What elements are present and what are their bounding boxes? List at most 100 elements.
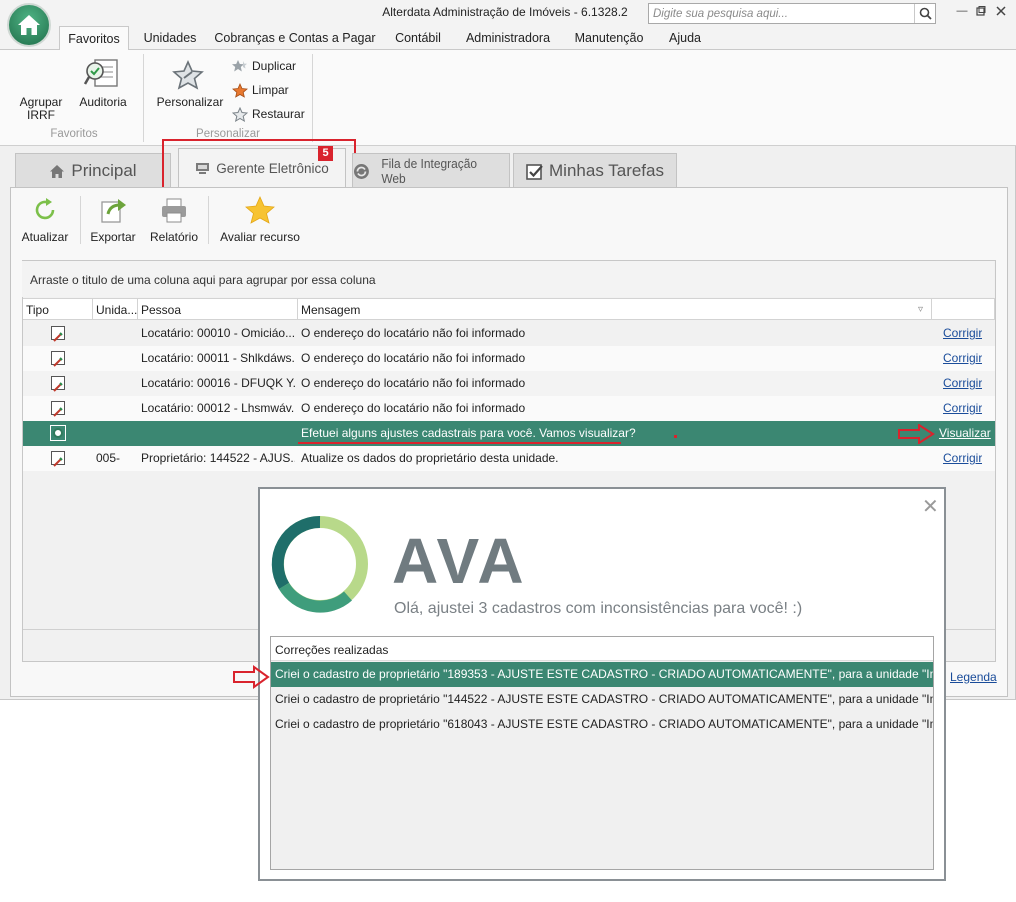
table-row[interactable]: Locatário: 00011 - Shlkdáws... O endereç… bbox=[23, 346, 995, 371]
edit-doc-icon bbox=[51, 446, 65, 471]
column-header-tipo[interactable]: Tipo bbox=[23, 298, 93, 320]
limpar-label: Limpar bbox=[252, 83, 289, 97]
correction-item[interactable]: Criei o cadastro de proprietário "144522… bbox=[271, 687, 933, 712]
menu-favoritos[interactable]: Favoritos bbox=[59, 26, 129, 51]
agrupar-irrf-button[interactable]: Agrupar IRRF bbox=[14, 96, 68, 122]
menu-cobrancas[interactable]: Cobranças e Contas a Pagar bbox=[212, 26, 378, 51]
menu-manutencao[interactable]: Manutenção bbox=[567, 26, 651, 51]
favoritos-group-label: Favoritos bbox=[50, 128, 98, 140]
search-icon[interactable] bbox=[914, 4, 935, 23]
annotation-arrow-icon bbox=[898, 424, 935, 444]
menu-administradora[interactable]: Administradora bbox=[458, 26, 558, 51]
group-by-area: Arraste o titulo de uma coluna aqui para… bbox=[22, 261, 994, 297]
column-header-unidade[interactable]: Unida... bbox=[93, 298, 138, 320]
corrigir-link[interactable]: Corrigir bbox=[943, 396, 982, 421]
relatorio-button[interactable]: Relatório bbox=[146, 196, 202, 244]
auditoria-button[interactable]: Auditoria bbox=[74, 96, 132, 109]
personalizar-icon bbox=[172, 60, 204, 93]
row-pessoa: Locatário: 00016 - DFUQK Y... bbox=[141, 376, 295, 390]
column-header-pessoa[interactable]: Pessoa bbox=[138, 298, 298, 320]
annotation-underline bbox=[298, 442, 621, 444]
personalizar-button[interactable]: Personalizar bbox=[154, 96, 226, 109]
home-button[interactable] bbox=[7, 3, 51, 47]
minimize-icon[interactable]: — bbox=[954, 4, 970, 18]
table-row[interactable]: Locatário: 00012 - Lhsmwáv... O endereço… bbox=[23, 396, 995, 421]
close-icon[interactable]: ✕ bbox=[922, 497, 939, 517]
ava-logo-icon bbox=[271, 515, 368, 613]
tab-principal[interactable]: Principal bbox=[15, 153, 171, 188]
ava-logo-icon bbox=[50, 421, 66, 446]
close-window-icon[interactable] bbox=[993, 4, 1009, 18]
row-pessoa: Locatário: 00012 - Lhsmwáv... bbox=[141, 401, 295, 415]
row-pessoa: Proprietário: 144522 - AJUS... bbox=[141, 451, 295, 465]
ribbon-separator bbox=[143, 54, 144, 142]
edit-doc-icon bbox=[51, 371, 65, 396]
duplicar-button[interactable]: Duplicar bbox=[232, 55, 296, 77]
legenda-link[interactable]: Legenda bbox=[950, 670, 997, 684]
toolbar-separator bbox=[80, 196, 81, 244]
avaliar-recurso-button[interactable]: Avaliar recurso bbox=[216, 196, 304, 244]
corrections-header: Correções realizadas bbox=[271, 637, 933, 661]
table-row[interactable]: Locatário: 00016 - DFUQK Y... O endereço… bbox=[23, 371, 995, 396]
exportar-button[interactable]: Exportar bbox=[86, 196, 140, 244]
column-header-mensagem[interactable]: Mensagem ▿ bbox=[298, 298, 932, 320]
menu-unidades[interactable]: Unidades bbox=[137, 26, 203, 51]
visualizar-link[interactable]: Visualizar bbox=[939, 421, 991, 446]
edit-doc-icon bbox=[51, 396, 65, 421]
star-icon bbox=[245, 196, 275, 224]
duplicar-icon bbox=[232, 60, 247, 72]
global-search[interactable] bbox=[648, 3, 936, 24]
filter-icon[interactable]: ▿ bbox=[918, 299, 923, 319]
atualizar-button[interactable]: Atualizar bbox=[18, 196, 72, 244]
ava-message: Olá, ajustei 3 cadastros com inconsistên… bbox=[394, 600, 803, 617]
edit-doc-icon bbox=[51, 321, 65, 346]
mensagem-header-label: Mensagem bbox=[301, 303, 361, 317]
sync-icon bbox=[353, 163, 369, 179]
row-mensagem: O endereço do locatário não foi informad… bbox=[301, 326, 526, 340]
exportar-label: Exportar bbox=[90, 230, 136, 244]
row-pessoa: Locatário: 00010 - Omiciáo... bbox=[141, 326, 295, 340]
window-title: Alterdata Administração de Imóveis - 6.1… bbox=[382, 5, 628, 19]
ava-brand-title: AVA bbox=[392, 525, 527, 597]
column-header-action bbox=[932, 298, 995, 320]
menu-contabil[interactable]: Contábil bbox=[387, 26, 449, 51]
tab-tarefas-label: Minhas Tarefas bbox=[549, 161, 664, 180]
corrigir-link[interactable]: Corrigir bbox=[943, 446, 982, 471]
correction-item[interactable]: Criei o cadastro de proprietário "189353… bbox=[271, 662, 933, 687]
correction-item[interactable]: Criei o cadastro de proprietário "618043… bbox=[271, 712, 933, 737]
row-mensagem: O endereço do locatário não foi informad… bbox=[301, 401, 526, 415]
refresh-icon bbox=[35, 198, 55, 220]
home-icon bbox=[18, 15, 40, 35]
corrigir-link[interactable]: Corrigir bbox=[943, 371, 982, 396]
annotation-arrow-icon bbox=[233, 665, 270, 689]
restore-icon[interactable] bbox=[973, 4, 989, 18]
corrigir-link[interactable]: Corrigir bbox=[943, 321, 982, 346]
corrigir-link[interactable]: Corrigir bbox=[943, 346, 982, 371]
edit-doc-icon bbox=[51, 346, 65, 371]
menu-ajuda[interactable]: Ajuda bbox=[661, 26, 709, 51]
restaurar-button[interactable]: Restaurar bbox=[232, 103, 305, 125]
row-mensagem: Atualize os dados do proprietário desta … bbox=[301, 451, 559, 465]
task-check-icon bbox=[526, 163, 543, 180]
home-small-icon bbox=[50, 164, 65, 178]
table-row[interactable]: 005- Proprietário: 144522 - AJUS... Atua… bbox=[23, 446, 995, 471]
row-unidade: 005- bbox=[96, 451, 121, 465]
export-icon bbox=[101, 199, 126, 223]
table-row[interactable]: Locatário: 00010 - Omiciáo... O endereço… bbox=[23, 321, 995, 346]
restaurar-icon bbox=[232, 106, 248, 122]
agrupar-label-line2: IRRF bbox=[27, 108, 55, 122]
annotation-dot bbox=[674, 435, 677, 438]
tab-principal-label: Principal bbox=[71, 161, 137, 180]
limpar-button[interactable]: Limpar bbox=[232, 79, 289, 101]
relatorio-label: Relatório bbox=[149, 230, 199, 244]
duplicar-label: Duplicar bbox=[252, 59, 297, 73]
ribbon-separator bbox=[312, 54, 313, 142]
row-mensagem: O endereço do locatário não foi informad… bbox=[301, 351, 526, 365]
limpar-icon bbox=[232, 82, 248, 98]
auditoria-icon bbox=[83, 58, 119, 93]
tab-fila-integracao[interactable]: Fila de Integração Web bbox=[352, 153, 510, 188]
row-pessoa bbox=[141, 421, 295, 446]
tab-minhas-tarefas[interactable]: Minhas Tarefas bbox=[513, 153, 677, 188]
avaliar-label: Avaliar recurso bbox=[220, 230, 300, 244]
search-input[interactable] bbox=[649, 4, 913, 23]
